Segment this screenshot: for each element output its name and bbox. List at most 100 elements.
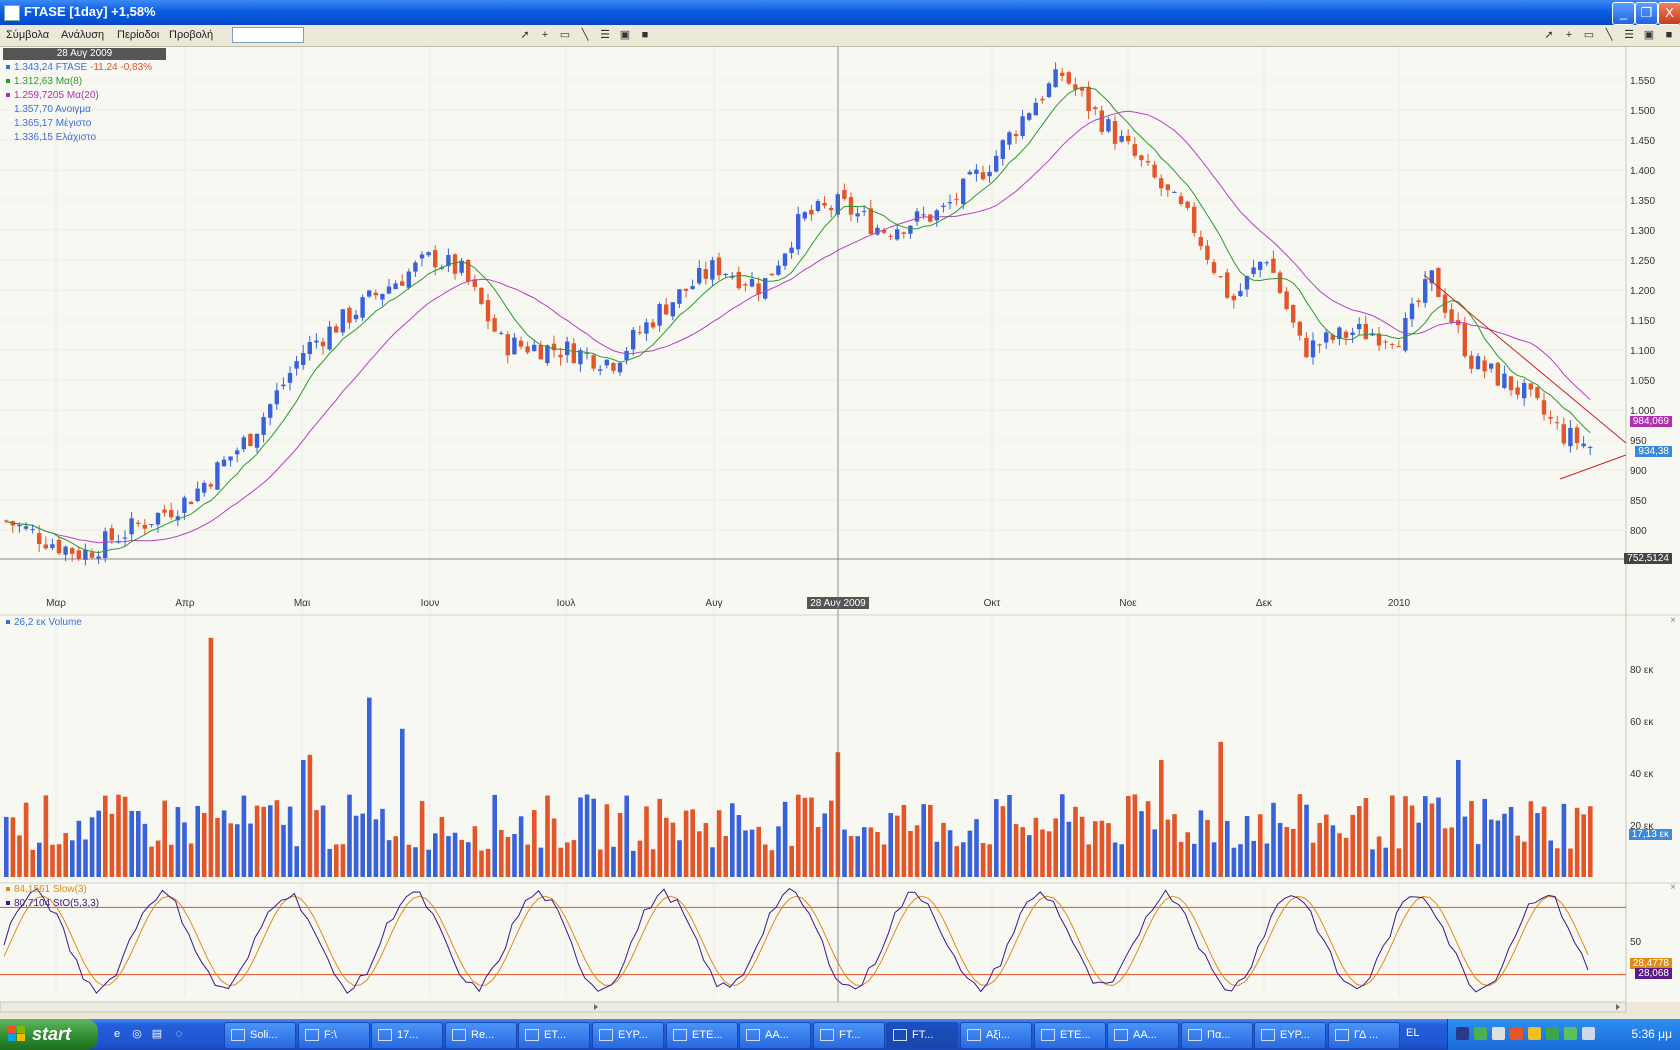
taskbar-button[interactable]: ETE... (1034, 1022, 1106, 1049)
taskbar-button-label: Soli... (250, 1029, 278, 1041)
horizontal-scrollbar[interactable] (0, 1001, 1627, 1013)
menu-view[interactable]: Προβολή (169, 29, 213, 41)
channel-icon[interactable]: ☰ (1622, 28, 1636, 42)
rectangle-icon[interactable]: ▭ (558, 28, 572, 42)
pointer-icon[interactable]: ➚ (1542, 28, 1556, 42)
volume-bar (1033, 817, 1039, 877)
taskbar-button[interactable]: Re... (445, 1022, 517, 1049)
taskbar-button[interactable]: 17... (371, 1022, 443, 1049)
taskbar-button[interactable]: ETE... (666, 1022, 738, 1049)
taskbar-button[interactable]: ET... (518, 1022, 590, 1049)
volume-bar (518, 816, 524, 877)
volume-bar (274, 800, 280, 877)
candle-body (1231, 295, 1236, 301)
volume-bar (261, 806, 266, 877)
close-icon[interactable]: × (1670, 615, 1676, 626)
candle-body (848, 197, 854, 215)
channel-icon[interactable]: ☰ (598, 28, 612, 42)
save-icon[interactable]: ■ (638, 28, 652, 42)
chart-canvas[interactable]: 1.550 1.500 1.450 1.400 1.350 1.300 1.250 1.200… (0, 47, 1680, 1013)
taskbar-button[interactable]: FT... (886, 1022, 958, 1049)
menu-symbols[interactable]: Σύμβολα (6, 29, 49, 41)
candle-body (611, 363, 616, 371)
tray-icon[interactable] (1510, 1027, 1523, 1040)
volume-bar (941, 822, 946, 877)
maximize-button[interactable]: ❐ (1635, 2, 1658, 25)
taskbar-button[interactable]: FT... (813, 1022, 885, 1049)
taskbar-button[interactable]: AA... (1107, 1022, 1179, 1049)
volume-bar (1396, 848, 1402, 877)
taskbar-button[interactable]: Aξi... (960, 1022, 1032, 1049)
candle-body (604, 359, 609, 366)
volume-bar (1489, 819, 1494, 877)
candle-body (1192, 206, 1197, 233)
volume-bar (1574, 807, 1580, 877)
volume-bar (994, 799, 999, 877)
volume-bar (1291, 828, 1296, 877)
symbol-input[interactable] (232, 27, 304, 43)
tray-icon[interactable] (1456, 1027, 1469, 1040)
network-icon[interactable] (1564, 1027, 1577, 1040)
candle-body (565, 341, 570, 356)
candle-body (716, 257, 722, 276)
chart-area[interactable]: 1.550 1.500 1.450 1.400 1.350 1.300 1.250 1.200… (0, 47, 1680, 1013)
line-icon[interactable]: ╲ (1602, 28, 1616, 42)
candle-body (928, 214, 933, 222)
volume-bar (1205, 819, 1210, 877)
candle-body (650, 322, 656, 328)
taskbar-button-label: ETE... (1060, 1029, 1091, 1041)
program-icon[interactable]: ▤ (150, 1027, 164, 1041)
window-icon (1261, 1029, 1275, 1042)
tray-icon[interactable] (1492, 1027, 1505, 1040)
candle-body (796, 214, 801, 250)
pointer-icon[interactable]: ➚ (518, 28, 532, 42)
taskbar-button[interactable]: Soli... (224, 1022, 296, 1049)
volume-bar (380, 808, 385, 877)
window-icon (599, 1029, 613, 1042)
candle-body (908, 225, 913, 234)
menu-periods[interactable]: Περίοδοι (117, 29, 159, 41)
volume-bar (512, 834, 517, 877)
candle-body (76, 550, 81, 559)
save-icon[interactable]: ■ (1662, 28, 1676, 42)
candle-body (538, 344, 543, 360)
taskbar-button[interactable]: Πα... (1181, 1022, 1253, 1049)
crosshair-icon[interactable]: + (538, 28, 552, 42)
window-icon (1041, 1029, 1055, 1042)
crosshair-icon[interactable]: + (1562, 28, 1576, 42)
candle-body (433, 250, 438, 268)
candle-body (228, 456, 233, 461)
program-icon[interactable]: ◌ (172, 1027, 186, 1041)
taskbar-button[interactable]: EYP... (592, 1022, 664, 1049)
candle-body (578, 350, 583, 365)
volume-bar (353, 815, 359, 877)
taskbar-button[interactable]: F:\ (298, 1022, 370, 1049)
volume-bar (1482, 798, 1487, 877)
candle-body (1033, 102, 1038, 116)
browser-icon[interactable]: ◎ (130, 1027, 144, 1041)
taskbar-button[interactable]: ΓΔ ... (1328, 1022, 1400, 1049)
menu-analysis[interactable]: Ανάλυση (61, 29, 104, 41)
minimize-button[interactable]: _ (1612, 2, 1635, 25)
tray-icon[interactable] (1546, 1027, 1559, 1040)
chart-icon[interactable]: ▣ (1642, 28, 1656, 42)
candle-body (644, 322, 649, 334)
ie-icon[interactable]: e (110, 1027, 124, 1041)
rectangle-icon[interactable]: ▭ (1582, 28, 1596, 42)
language-indicator[interactable]: EL (1406, 1027, 1419, 1039)
taskbar-button[interactable]: EYP... (1254, 1022, 1326, 1049)
candle-body (327, 326, 332, 350)
volume-bar (888, 813, 893, 877)
volume-bar (1152, 829, 1157, 877)
volume-icon[interactable] (1582, 1027, 1595, 1040)
candle-body (419, 254, 425, 259)
tray-icon[interactable] (1474, 1027, 1487, 1040)
close-icon[interactable]: × (1670, 882, 1676, 893)
taskbar-button[interactable]: AA... (739, 1022, 811, 1049)
start-button[interactable]: start (0, 1019, 98, 1050)
chart-icon[interactable]: ▣ (618, 28, 632, 42)
line-icon[interactable]: ╲ (578, 28, 592, 42)
close-button[interactable]: X (1658, 2, 1680, 25)
candle-body (169, 510, 174, 518)
shield-icon[interactable] (1528, 1027, 1541, 1040)
